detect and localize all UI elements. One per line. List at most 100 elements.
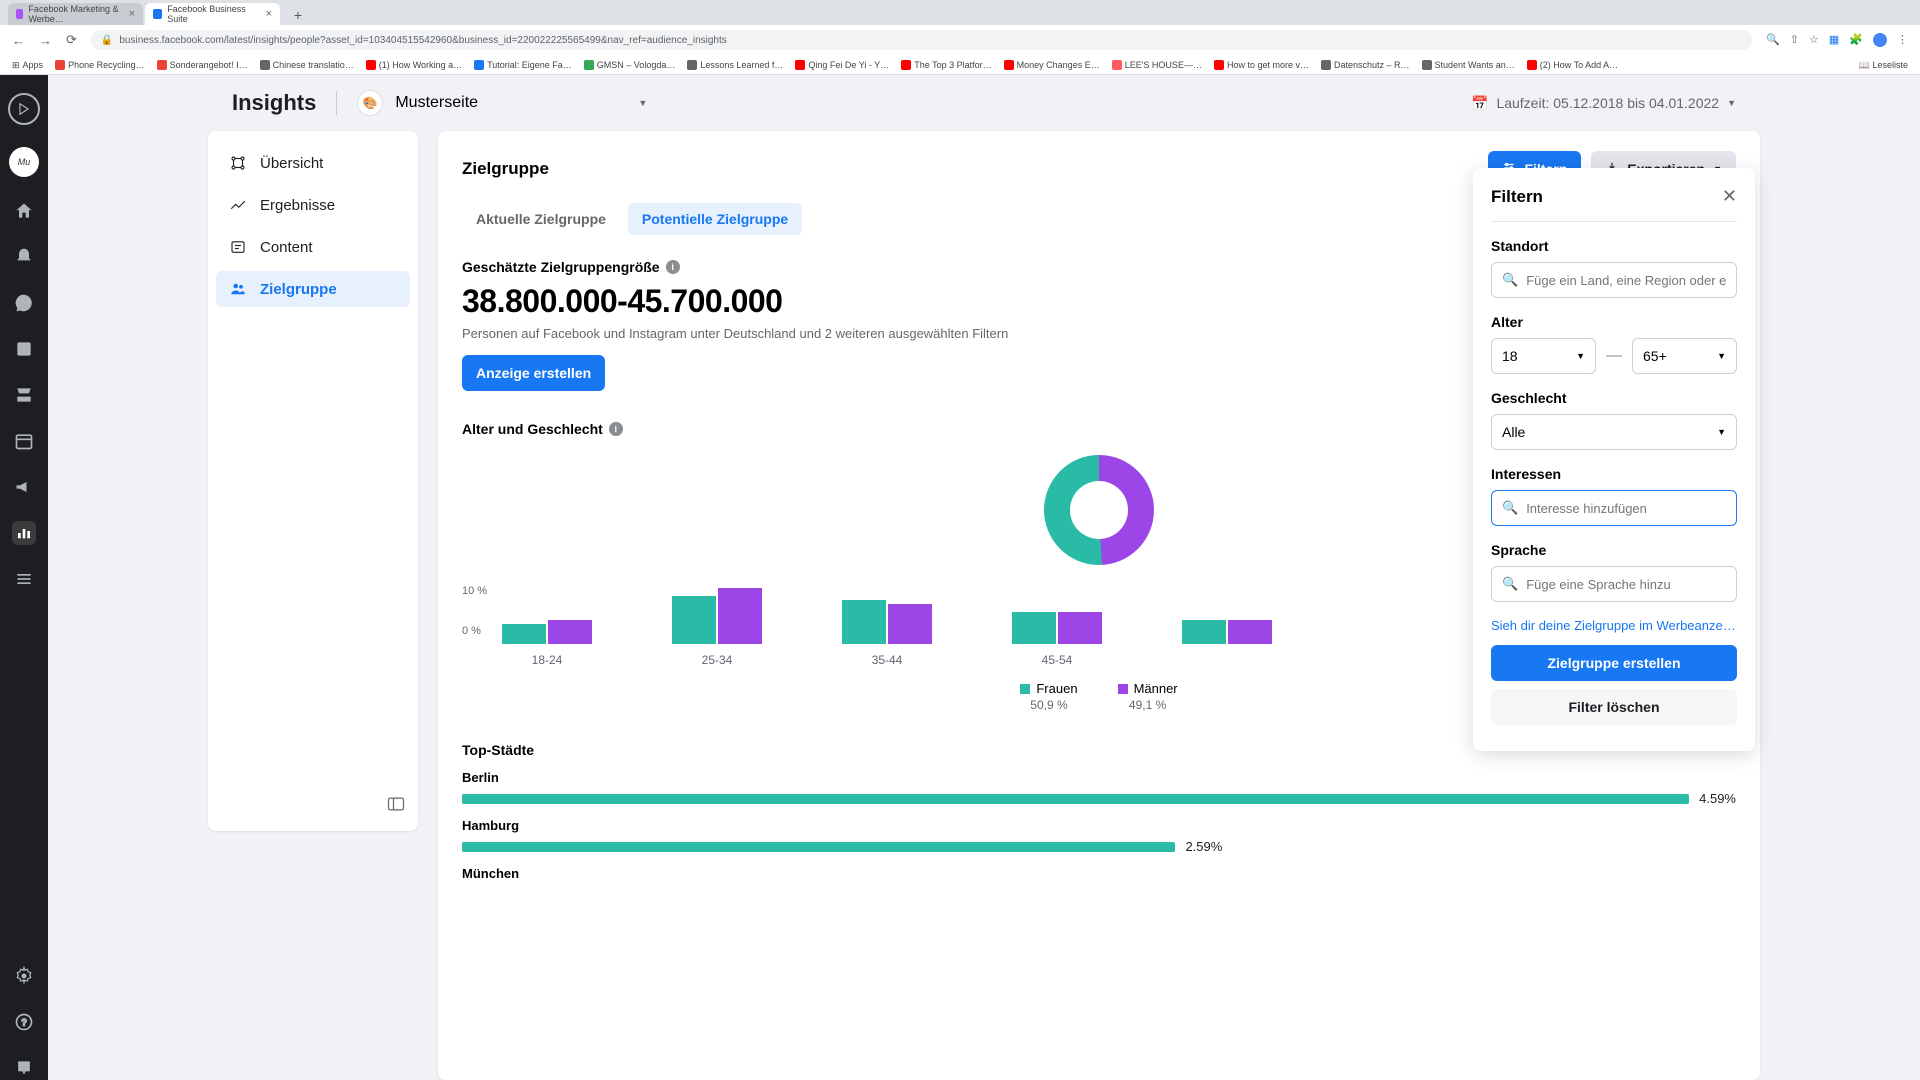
url-bar[interactable]: 🔒 business.facebook.com/latest/insights/…	[91, 30, 1752, 50]
button-label: Filter löschen	[1568, 699, 1659, 715]
nav-bar: ← → ⟳ 🔒 business.facebook.com/latest/ins…	[0, 25, 1920, 55]
page-avatar[interactable]: Mu	[9, 147, 39, 177]
info-icon[interactable]: i	[666, 260, 680, 274]
bar-men	[1058, 612, 1102, 644]
bell-icon[interactable]	[12, 245, 36, 269]
browser-tab-active[interactable]: Facebook Business Suite ×	[145, 3, 280, 25]
interests-input[interactable]: 🔍	[1491, 490, 1737, 526]
tab-potential-audience[interactable]: Potentielle Zielgruppe	[628, 203, 802, 235]
bar-men	[718, 588, 762, 644]
page-title: Insights	[232, 90, 316, 116]
feedback-icon[interactable]	[12, 1056, 36, 1080]
results-icon	[228, 195, 248, 215]
forward-icon[interactable]: →	[39, 33, 52, 48]
star-icon[interactable]: ☆	[1809, 33, 1819, 47]
bar-men	[888, 604, 932, 644]
hamburger-icon[interactable]	[12, 567, 36, 591]
search-icon: 🔍	[1502, 500, 1518, 516]
commerce-icon[interactable]	[12, 383, 36, 407]
age-max-select[interactable]: 65+▼	[1632, 338, 1737, 374]
bookmark[interactable]: Tutorial: Eigene Fa…	[474, 60, 572, 70]
location-input[interactable]: 🔍	[1491, 262, 1737, 298]
clear-filter-button[interactable]: Filter löschen	[1491, 689, 1737, 725]
apps-button[interactable]: ⊞ Apps	[12, 60, 43, 71]
bookmark[interactable]: (1) How Working a…	[366, 60, 462, 70]
reading-list[interactable]: 📖 Leseliste	[1859, 60, 1908, 71]
bookmark[interactable]: Student Wants an…	[1422, 60, 1515, 70]
pixel-icon[interactable]: ▦	[1829, 33, 1839, 47]
calendar-icon[interactable]	[12, 429, 36, 453]
app-logo-icon[interactable]	[8, 93, 40, 125]
gear-icon[interactable]	[12, 964, 36, 988]
city-row: Hamburg2.59%	[462, 818, 1736, 854]
bookmark[interactable]: Chinese translatio…	[260, 60, 354, 70]
location-field[interactable]	[1526, 273, 1726, 288]
bookmark[interactable]: GMSN – Vologda…	[584, 60, 676, 70]
create-audience-button[interactable]: Zielgruppe erstellen	[1491, 645, 1737, 681]
interests-field[interactable]	[1526, 501, 1726, 516]
sidebar-item-overview[interactable]: Übersicht	[216, 145, 410, 181]
chat-icon[interactable]	[12, 291, 36, 315]
new-tab-button[interactable]: +	[288, 5, 308, 25]
extension-icon[interactable]: 🧩	[1849, 33, 1863, 47]
language-input[interactable]: 🔍	[1491, 566, 1737, 602]
bookmark[interactable]: Datenschutz – R…	[1321, 60, 1410, 70]
bookmark[interactable]: How to get more v…	[1214, 60, 1309, 70]
sidebar-item-results[interactable]: Ergebnisse	[216, 187, 410, 223]
bookmark[interactable]: Money Changes E…	[1004, 60, 1100, 70]
bookmark[interactable]: LEE'S HOUSE—…	[1112, 60, 1202, 70]
tab-favicon	[16, 9, 23, 19]
bookmark[interactable]: Qing Fei De Yi - Y…	[795, 60, 889, 70]
city-name: Berlin	[462, 770, 1736, 785]
profile-icon[interactable]	[1873, 33, 1887, 47]
legend-label: Männer	[1134, 681, 1178, 696]
date-range-picker[interactable]: 📅 Laufzeit: 05.12.2018 bis 04.01.2022 ▼	[1471, 95, 1736, 112]
age-min-select[interactable]: 18▼	[1491, 338, 1596, 374]
tab-close-icon[interactable]: ×	[266, 8, 272, 20]
ads-manager-link[interactable]: Sieh dir deine Zielgruppe im Werbeanzeig…	[1491, 618, 1737, 633]
tab-title: Facebook Marketing & Werbe…	[28, 4, 123, 24]
collapse-sidebar-icon[interactable]	[386, 794, 406, 819]
bookmark[interactable]: (2) How To Add A…	[1527, 60, 1618, 70]
bookmark[interactable]: The Top 3 Platfor…	[901, 60, 991, 70]
help-icon[interactable]: ?	[12, 1010, 36, 1034]
gender-select[interactable]: Alle▼	[1491, 414, 1737, 450]
share-icon[interactable]: ⇧	[1790, 33, 1799, 47]
browser-tab[interactable]: Facebook Marketing & Werbe… ×	[8, 3, 143, 25]
sidebar-item-content[interactable]: Content	[216, 229, 410, 265]
close-icon[interactable]: ✕	[1722, 186, 1737, 207]
bookmark[interactable]: Lessons Learned f…	[687, 60, 783, 70]
create-ad-button[interactable]: Anzeige erstellen	[462, 355, 605, 391]
audience-icon	[228, 279, 248, 299]
y-tick: 0 %	[462, 625, 481, 637]
dash: —	[1606, 347, 1622, 365]
megaphone-icon[interactable]	[12, 475, 36, 499]
bookmark[interactable]: Sonderangebot! I…	[157, 60, 248, 70]
language-field[interactable]	[1526, 577, 1726, 592]
gender-donut-chart	[1044, 455, 1154, 565]
back-icon[interactable]: ←	[12, 33, 25, 48]
reload-icon[interactable]: ⟳	[66, 32, 77, 48]
bookmark[interactable]: Phone Recycling…	[55, 60, 145, 70]
menu-icon[interactable]: ⋮	[1897, 33, 1908, 47]
posts-icon[interactable]	[12, 337, 36, 361]
bar-group	[1012, 612, 1102, 644]
legend-label: Frauen	[1036, 681, 1077, 696]
chevron-down-icon: ▼	[1717, 427, 1726, 437]
home-icon[interactable]	[12, 199, 36, 223]
city-row: Berlin4.59%	[462, 770, 1736, 806]
info-icon[interactable]: i	[609, 422, 623, 436]
insights-icon[interactable]	[12, 521, 36, 545]
sidebar-item-audience[interactable]: Zielgruppe	[216, 271, 410, 307]
chevron-down-icon: ▼	[1576, 351, 1585, 361]
content-icon	[228, 237, 248, 257]
zoom-icon[interactable]: 🔍	[1766, 33, 1780, 47]
interests-label: Interessen	[1491, 466, 1737, 482]
page-picker[interactable]: 🎨 Musterseite ▼	[357, 83, 657, 123]
tab-close-icon[interactable]: ×	[129, 8, 135, 20]
tab-current-audience[interactable]: Aktuelle Zielgruppe	[462, 203, 620, 235]
bar-women	[502, 624, 546, 644]
x-label: 45-54	[1012, 653, 1102, 667]
select-value: 65+	[1643, 348, 1667, 364]
bar-group	[672, 588, 762, 644]
